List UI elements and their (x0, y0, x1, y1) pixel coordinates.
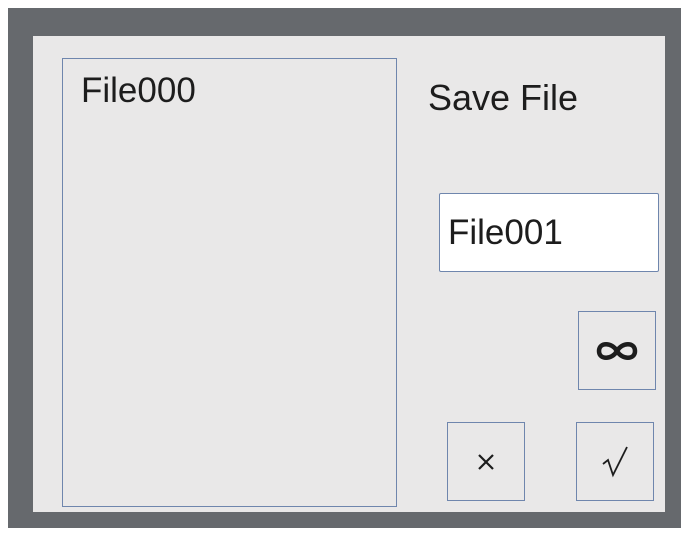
file-list[interactable]: File000 (62, 58, 397, 507)
keyboard-button[interactable] (578, 311, 656, 390)
file-list-item[interactable]: File000 (81, 73, 196, 108)
confirm-button[interactable] (576, 422, 654, 501)
save-file-dialog: File000 Save File (33, 36, 665, 512)
cancel-button[interactable] (447, 422, 525, 501)
dialog-title: Save File (428, 77, 579, 118)
window-frame: File000 Save File (8, 8, 681, 528)
close-icon (475, 451, 497, 473)
infinity-icon (595, 338, 639, 364)
filename-input[interactable] (439, 193, 659, 272)
checkmark-icon (600, 444, 630, 480)
